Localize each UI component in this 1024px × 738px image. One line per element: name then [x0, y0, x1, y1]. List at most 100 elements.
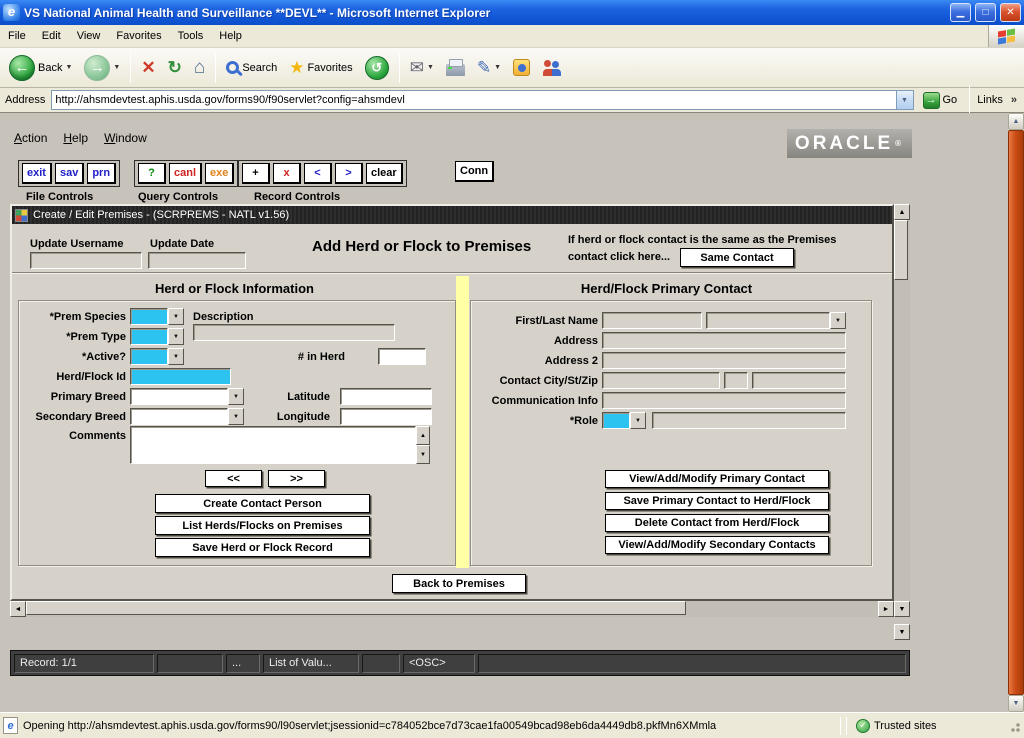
update-date-field[interactable]: [148, 252, 246, 269]
outer-scroll-down-icon[interactable]: ▼: [894, 624, 910, 640]
enter-query-button[interactable]: ?: [138, 163, 166, 184]
form-hscroll-track[interactable]: [26, 601, 878, 617]
back-to-premises-button[interactable]: Back to Premises: [392, 574, 526, 593]
cancel-query-button[interactable]: canl: [169, 163, 202, 184]
address-input[interactable]: [52, 92, 895, 108]
print-form-button[interactable]: prn: [87, 163, 116, 184]
description-field[interactable]: [193, 324, 395, 341]
longitude-field[interactable]: [340, 408, 432, 425]
mail-button[interactable]: ✉ ▼: [405, 57, 439, 78]
save-primary-contact-button[interactable]: Save Primary Contact to Herd/Flock: [605, 492, 829, 510]
form-hscroll-thumb[interactable]: [26, 601, 686, 615]
contact-city-field[interactable]: [602, 372, 720, 389]
contact-address2-field[interactable]: [602, 352, 846, 369]
search-button[interactable]: Search: [221, 59, 282, 76]
save-button[interactable]: sav: [55, 163, 84, 184]
delete-contact-button[interactable]: Delete Contact from Herd/Flock: [605, 514, 829, 532]
page-scroll-track[interactable]: [1008, 130, 1024, 695]
close-button[interactable]: ✕: [1000, 3, 1021, 22]
edit-button[interactable]: ✎ ▼: [472, 57, 506, 78]
same-contact-button[interactable]: Same Contact: [680, 248, 794, 267]
mail-dropdown-icon[interactable]: ▼: [427, 64, 434, 71]
messenger-button[interactable]: [508, 57, 535, 78]
in-herd-field[interactable]: [378, 348, 426, 365]
next-record-button[interactable]: >: [335, 163, 363, 184]
page-scroll-up-icon[interactable]: ▲: [1008, 113, 1024, 130]
maximize-button[interactable]: □: [975, 3, 996, 22]
back-dropdown-icon[interactable]: ▼: [65, 64, 72, 71]
applet-menu-action[interactable]: Action: [14, 131, 47, 145]
menu-view[interactable]: View: [69, 26, 109, 46]
back-button[interactable]: ← Back ▼: [4, 53, 77, 83]
contact-address-field[interactable]: [602, 332, 846, 349]
links-chevron-icon[interactable]: »: [1007, 94, 1021, 106]
update-username-field[interactable]: [30, 252, 142, 269]
prem-type-field[interactable]: [130, 328, 168, 345]
role-description-field[interactable]: [652, 412, 846, 429]
previous-herd-button[interactable]: <<: [205, 470, 262, 487]
form-vscroll-thumb[interactable]: [894, 220, 908, 280]
primary-breed-field[interactable]: [130, 388, 228, 405]
form-scroll-right-icon[interactable]: ►: [878, 601, 894, 617]
resize-grip[interactable]: [1007, 719, 1021, 733]
form-scroll-up-icon[interactable]: ▲: [894, 204, 910, 220]
active-dropdown-icon[interactable]: ▼: [168, 348, 184, 365]
secondary-breed-field[interactable]: [130, 408, 228, 425]
menu-file[interactable]: File: [0, 26, 34, 46]
last-name-dropdown-icon[interactable]: ▼: [830, 312, 846, 329]
conn-button[interactable]: Conn: [455, 161, 494, 182]
delete-record-button[interactable]: x: [273, 163, 301, 184]
stop-button[interactable]: ✕: [136, 57, 160, 78]
clear-record-button[interactable]: clear: [366, 163, 403, 184]
page-scroll-thumb[interactable]: [1008, 130, 1024, 695]
minimize-button[interactable]: ▁: [950, 3, 971, 22]
save-herd-flock-button[interactable]: Save Herd or Flock Record: [155, 538, 370, 557]
role-dropdown-icon[interactable]: ▼: [630, 412, 646, 429]
favorites-button[interactable]: ★ Favorites: [284, 57, 358, 78]
forward-button[interactable]: → ▼: [79, 53, 125, 83]
view-modify-secondary-contacts-button[interactable]: View/Add/Modify Secondary Contacts: [605, 536, 829, 554]
form-vertical-scrollbar[interactable]: ▲ ▼: [894, 204, 910, 617]
menu-tools[interactable]: Tools: [170, 26, 212, 46]
view-modify-primary-contact-button[interactable]: View/Add/Modify Primary Contact: [605, 470, 829, 488]
links-label[interactable]: Links: [977, 94, 1003, 106]
refresh-button[interactable]: ↻: [163, 57, 187, 78]
primary-breed-dropdown-icon[interactable]: ▼: [228, 388, 244, 405]
form-scroll-left-icon[interactable]: ◄: [10, 601, 26, 617]
edit-dropdown-icon[interactable]: ▼: [494, 64, 501, 71]
forward-dropdown-icon[interactable]: ▼: [113, 64, 120, 71]
next-herd-button[interactable]: >>: [268, 470, 325, 487]
communication-info-field[interactable]: [602, 392, 846, 409]
form-vscroll-track[interactable]: [894, 220, 910, 601]
herd-flock-id-field[interactable]: [130, 368, 231, 385]
form-scroll-down-icon[interactable]: ▼: [894, 601, 910, 617]
latitude-field[interactable]: [340, 388, 432, 405]
last-name-field[interactable]: [706, 312, 830, 329]
comments-scroll-up-icon[interactable]: ▲: [416, 426, 430, 445]
add-record-button[interactable]: +: [242, 163, 270, 184]
exit-button[interactable]: exit: [22, 163, 52, 184]
page-scrollbar[interactable]: ▲ ▼: [1008, 113, 1024, 712]
forms-window-titlebar[interactable]: Create / Edit Premises - (SCRPREMS - NAT…: [12, 206, 892, 224]
applet-menu-help[interactable]: Help: [63, 131, 88, 145]
contact-zip-field[interactable]: [752, 372, 846, 389]
prem-type-dropdown-icon[interactable]: ▼: [168, 328, 184, 345]
execute-query-button[interactable]: exe: [205, 163, 234, 184]
active-field[interactable]: [130, 348, 168, 365]
print-button[interactable]: [441, 58, 470, 78]
comments-field[interactable]: [130, 426, 416, 464]
page-scroll-down-icon[interactable]: ▼: [1008, 695, 1024, 712]
prem-species-field[interactable]: [130, 308, 168, 325]
menu-favorites[interactable]: Favorites: [108, 26, 169, 46]
create-contact-person-button[interactable]: Create Contact Person: [155, 494, 370, 513]
form-horizontal-scrollbar[interactable]: ◄ ►: [10, 601, 894, 617]
prem-species-dropdown-icon[interactable]: ▼: [168, 308, 184, 325]
list-herds-flocks-button[interactable]: List Herds/Flocks on Premises: [155, 516, 370, 535]
contact-state-field[interactable]: [724, 372, 748, 389]
comments-scroll-down-icon[interactable]: ▼: [416, 445, 430, 464]
discuss-button[interactable]: [537, 58, 567, 78]
previous-record-button[interactable]: <: [304, 163, 332, 184]
menu-edit[interactable]: Edit: [34, 26, 69, 46]
menu-help[interactable]: Help: [211, 26, 250, 46]
role-field[interactable]: [602, 412, 630, 429]
